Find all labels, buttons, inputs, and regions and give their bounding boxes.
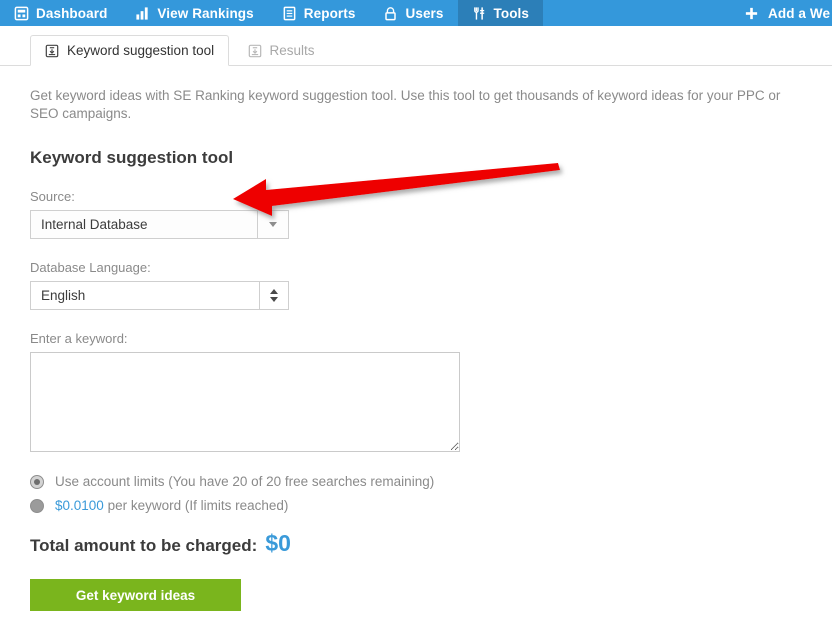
nav-item-reports[interactable]: Reports (268, 0, 370, 26)
nav-item-view-rankings[interactable]: View Rankings (121, 0, 267, 26)
nav-item-label: Tools (493, 5, 530, 21)
source-dropdown-value: Internal Database (41, 217, 148, 233)
pricing-options-group: Use account limits (You have 20 of 20 fr… (30, 474, 802, 513)
get-keyword-ideas-button[interactable]: Get keyword ideas (30, 579, 241, 612)
tab-keyword-suggestion-tool[interactable]: Keyword suggestion tool (30, 35, 230, 66)
tab-label: Results (269, 43, 315, 58)
pricing-option-text: per keyword (If limits reached) (103, 498, 289, 514)
main-content: Get keyword ideas with SE Ranking keywor… (0, 87, 832, 612)
save-box-icon (45, 44, 59, 58)
database-language-label: Database Language: (30, 260, 151, 276)
pricing-option-per-keyword[interactable]: $0.0100 per keyword (If limits reached) (30, 498, 802, 513)
navbar-right-section: Add a We (734, 0, 832, 26)
nav-item-tools[interactable]: Tools (457, 0, 544, 26)
keyword-label: Enter a keyword: (30, 331, 128, 347)
radio-unselected-icon[interactable] (30, 498, 44, 513)
document-icon (282, 6, 297, 21)
total-amount-row: Total amount to be charged: $0 (30, 530, 802, 557)
source-label: Source: (30, 189, 75, 205)
save-box-icon (248, 44, 262, 58)
tab-strip: Keyword suggestion tool Results (0, 35, 832, 66)
chevron-down-icon (269, 222, 277, 228)
source-dropdown-toggle[interactable] (257, 211, 288, 239)
top-navbar: Dashboard View Rankings Reports Users To… (0, 0, 832, 26)
bar-chart-icon (135, 6, 150, 21)
nav-item-label: Users (405, 5, 444, 21)
stepper-up-arrow-icon (270, 289, 278, 295)
nav-item-label: Dashboard (36, 5, 108, 21)
tools-icon (472, 6, 487, 21)
total-amount-value: $0 (265, 530, 291, 557)
pricing-option-label: $0.0100 per keyword (If limits reached) (55, 498, 288, 513)
pricing-option-price: $0.0100 (55, 498, 104, 514)
nav-item-label: View Rankings (157, 5, 254, 21)
nav-item-users[interactable]: Users (369, 0, 457, 26)
total-amount-label: Total amount to be charged: (30, 536, 258, 556)
tab-label: Keyword suggestion tool (67, 43, 215, 58)
source-dropdown[interactable]: Internal Database (30, 210, 289, 240)
dashboard-icon (14, 6, 29, 21)
add-website-label: Add a We (768, 5, 831, 21)
database-language-select[interactable]: English (30, 281, 289, 311)
stepper-updown-icon[interactable] (259, 282, 288, 310)
radio-selected-icon[interactable] (30, 474, 44, 489)
page-title: Keyword suggestion tool (30, 148, 234, 168)
pricing-option-account-limits[interactable]: Use account limits (You have 20 of 20 fr… (30, 474, 802, 489)
add-website-button[interactable]: Add a We (744, 6, 830, 21)
pricing-option-label: Use account limits (You have 20 of 20 fr… (55, 474, 435, 490)
plus-icon (744, 6, 759, 21)
keyword-input[interactable] (30, 352, 460, 453)
nav-item-label: Reports (303, 5, 356, 21)
intro-text: Get keyword ideas with SE Ranking keywor… (30, 88, 781, 121)
tab-results[interactable]: Results (234, 35, 329, 66)
stepper-down-arrow-icon (270, 297, 278, 303)
lock-icon (383, 6, 398, 21)
database-language-value: English (41, 288, 86, 304)
nav-item-dashboard[interactable]: Dashboard (0, 0, 121, 26)
